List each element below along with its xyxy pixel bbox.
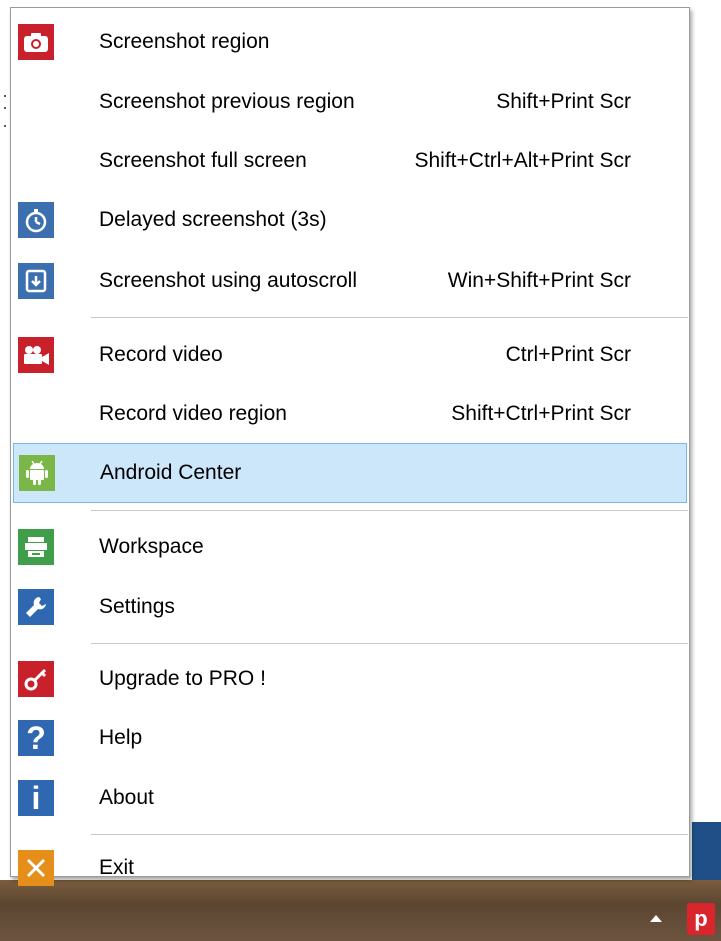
menu-item-label: Screenshot using autoscroll [99,269,357,292]
key-icon [18,661,54,697]
menu-item-label: Delayed screenshot (3s) [99,208,327,231]
menu-item-shortcut: Shift+Print Scr [496,90,631,113]
menu-item-label: About [99,786,154,809]
menu-item-label: Android Center [100,461,242,484]
menu-item-delayed-screenshot[interactable]: Delayed screenshot (3s) [11,190,689,250]
tray-app-icon[interactable]: p [687,903,715,935]
menu-item-record-video-region[interactable]: Record video region Shift+Ctrl+Print Scr [11,384,689,444]
menu-item-label: Upgrade to PRO ! [99,667,266,690]
menu-item-label: Exit [99,856,135,879]
menu-item-label: Screenshot previous region [99,90,355,113]
menu-item-screenshot-full-screen[interactable]: Screenshot full screen Shift+Ctrl+Alt+Pr… [11,131,689,191]
menu-item-workspace[interactable]: Workspace [11,517,689,577]
menu-item-label: Record video [99,343,223,366]
autoscroll-icon [18,263,54,299]
menu-item-shortcut: Win+Shift+Print Scr [447,269,631,292]
menu-item-upgrade-to-pro[interactable]: Upgrade to PRO ! [11,649,689,709]
workspace-icon [18,529,54,565]
menu-item-screenshot-previous-region[interactable]: Screenshot previous region Shift+Print S… [11,72,689,132]
menu-item-settings[interactable]: Settings [11,577,689,637]
menu-item-label: Screenshot region [99,30,270,53]
menu-separator [91,643,688,644]
menu-item-about[interactable]: i About [11,768,689,828]
timer-icon [18,202,54,238]
menu-separator [91,317,688,318]
video-camera-icon [18,337,54,373]
menu-item-label: Workspace [99,535,204,558]
menu-item-exit[interactable]: Exit [11,839,689,897]
desktop-background-window [692,822,721,882]
menu-item-record-video[interactable]: Record video Ctrl+Print Scr [11,325,689,385]
android-icon [19,455,55,491]
tray-context-menu: Screenshot region Screenshot previous re… [10,7,690,886]
menu-item-label: Settings [99,595,175,618]
menu-item-help[interactable]: ? Help [11,708,689,768]
menu-item-label: Record video region [99,402,287,425]
menu-item-label: Screenshot full screen [99,149,307,172]
menu-item-shortcut: Shift+Ctrl+Print Scr [451,402,631,425]
menu-item-screenshot-region[interactable]: Screenshot region [11,12,689,72]
menu-item-android-center[interactable]: Android Center [13,443,687,503]
menu-separator [91,834,688,835]
menu-item-shortcut: Ctrl+Print Scr [505,343,631,366]
menu-item-label: Help [99,726,143,749]
close-icon [18,850,54,886]
info-icon: i [18,780,54,816]
chevron-up-icon[interactable] [650,915,662,922]
menu-item-shortcut: Shift+Ctrl+Alt+Print Scr [414,149,632,172]
wrench-icon [18,589,54,625]
menu-item-screenshot-autoscroll[interactable]: Screenshot using autoscroll Win+Shift+Pr… [11,251,689,311]
question-icon: ? [18,720,54,756]
camera-icon [18,24,54,60]
menu-separator [91,510,688,511]
desktop-background-marks [0,95,10,135]
tray-app-letter: p [694,906,708,931]
